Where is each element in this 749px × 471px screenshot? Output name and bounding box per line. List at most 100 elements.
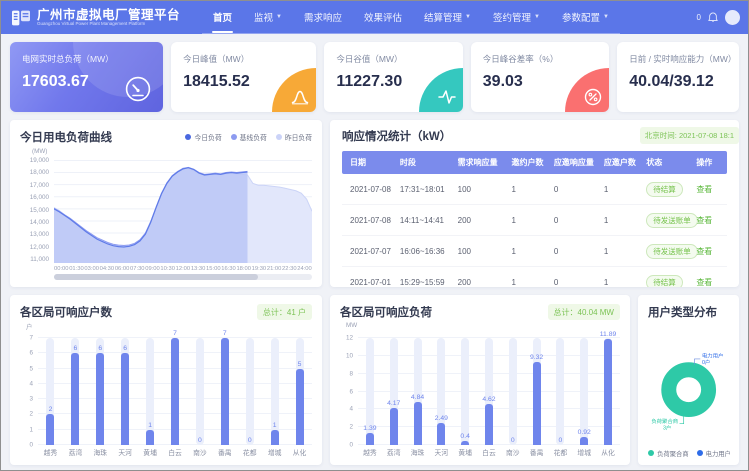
col-responded-users: 应邀户数: [600, 151, 642, 174]
chevron-down-icon: ▼: [534, 14, 540, 20]
bar-value-label: 6: [123, 345, 127, 352]
table-cell: 1: [600, 236, 642, 267]
nav-item-evaluation[interactable]: 效果评估: [353, 1, 413, 33]
bar-category-label: 天河: [113, 447, 138, 457]
bar-value-label: 1.39: [363, 425, 376, 432]
view-link[interactable]: 查看: [696, 247, 712, 256]
status-badge: 待发送账单: [646, 213, 698, 228]
legend-item-aggregator[interactable]: 负荷聚合商: [648, 449, 688, 458]
callout-label: 负荷聚合商: [651, 417, 678, 425]
table-cell: 0: [550, 205, 600, 236]
table-row: 2021-07-0814:11~14:41200101待发送账单查看: [342, 205, 727, 236]
load-curve-legend: 今日负荷 基线负荷 昨日负荷: [185, 132, 312, 142]
kpi-card-today-valley: 今日谷值（MW） 11227.30: [324, 42, 462, 112]
bar-category-label: 从化: [287, 447, 312, 457]
chevron-down-icon: ▼: [465, 14, 471, 20]
bar: 0.4: [453, 338, 477, 445]
legend-dot: [231, 134, 237, 140]
pulse-icon: [438, 88, 456, 106]
nav-item-contract[interactable]: 签约管理▼: [482, 1, 551, 33]
bar-category-label: 荔湾: [382, 447, 406, 457]
peak-curve-icon: [291, 88, 309, 106]
bar-value-label: 4.17: [387, 400, 400, 407]
bar-y-axis: 01234567: [20, 338, 38, 445]
user-avatar[interactable]: [725, 10, 740, 25]
bar-value-label: 6: [73, 345, 77, 352]
bar-value-label: 0.4: [460, 433, 469, 440]
legend-item-today[interactable]: 今日负荷: [185, 132, 221, 142]
panel-title: 各区局可响应户数: [20, 304, 112, 320]
donut-legend: 负荷聚合商 电力用户: [648, 446, 731, 460]
nav-item-home[interactable]: 首页: [202, 1, 243, 33]
bar: 2: [38, 338, 63, 445]
response-stats-panel: 响应情况统计（kW） 北京时间: 2021-07-08 18:1 日期 时段 需…: [330, 120, 739, 287]
table-cell: 1: [508, 205, 550, 236]
bar-category-label: 增城: [262, 447, 287, 457]
main-nav: 首页 监视▼ 需求响应 效果评估 结算管理▼ 签约管理▼ 参数配置▼: [202, 1, 620, 34]
response-table-body: 2021-07-0817:31~18:01100101待结算查看2021-07-…: [342, 174, 727, 287]
bar-category-label: 越秀: [358, 447, 382, 457]
bar-y-axis: 024681012: [340, 338, 358, 445]
bar: 4.17: [382, 338, 406, 445]
bar-value-label: 1: [148, 422, 152, 429]
y-axis-unit: MW: [346, 322, 620, 330]
status-badge: 待结算: [646, 182, 683, 197]
legend-dot: [185, 134, 191, 140]
donut-ring: [669, 370, 709, 410]
legend-item-yesterday[interactable]: 昨日负荷: [276, 132, 312, 142]
notification-count: 0: [697, 13, 701, 22]
load-curve-plot: [54, 157, 312, 263]
col-action: 操作: [692, 151, 727, 174]
app-subtitle: Guangzhou Virtual Power Plant Management…: [37, 22, 180, 27]
brand-block: 广州市虚拟电厂管理平台 Guangzhou Virtual Power Plan…: [37, 9, 180, 27]
table-cell: 100: [454, 236, 508, 267]
table-cell: 14:11~14:41: [396, 205, 454, 236]
table-header-row: 日期 时段 需求响应量 邀约户数 应邀响应量 应邀户数 状态 操作: [342, 151, 727, 174]
table-cell: 200: [454, 267, 508, 288]
table-cell: 1: [508, 174, 550, 205]
bar-category-label: 增城: [572, 447, 596, 457]
view-link[interactable]: 查看: [696, 216, 712, 225]
bar-category-label: 从化: [596, 447, 620, 457]
chart-scrollbar[interactable]: [54, 274, 312, 280]
beijing-time-badge: 北京时间: 2021-07-08 18:1: [640, 127, 739, 144]
view-link[interactable]: 查看: [696, 185, 712, 194]
bar-category-label: 海珠: [88, 447, 113, 457]
callout-label: 电力用户: [702, 351, 724, 359]
bar-category-label: 南沙: [501, 447, 525, 457]
table-cell: 16:06~16:36: [396, 236, 454, 267]
bar-category-label: 荔湾: [63, 447, 88, 457]
bar: 4.84: [406, 338, 430, 445]
bar-value-label: 0: [511, 437, 515, 444]
bar-plot: 26661707015: [38, 338, 312, 445]
bar-category-label: 番禺: [212, 447, 237, 457]
scrollbar-thumb[interactable]: [54, 274, 258, 280]
header-actions: 0: [697, 1, 740, 34]
response-table: 日期 时段 需求响应量 邀约户数 应邀响应量 应邀户数 状态 操作 2021-0…: [342, 151, 727, 287]
bar: 4.62: [477, 338, 501, 445]
nav-item-parameters[interactable]: 参数配置▼: [551, 1, 620, 33]
nav-item-monitor[interactable]: 监视▼: [243, 1, 293, 33]
bar-x-axis: 越秀荔湾海珠天河黄埔白云南沙番禺花都增城从化: [38, 445, 312, 459]
table-cell: 1: [508, 267, 550, 288]
district-users-panel: 各区局可响应户数 总计：41 户 户 01234567 26661707015 …: [10, 295, 322, 465]
legend-item-baseline[interactable]: 基线负荷: [231, 132, 267, 142]
table-cell: 0: [550, 174, 600, 205]
bar: 7: [212, 338, 237, 445]
bar: 0: [501, 338, 525, 445]
nav-item-demand-response[interactable]: 需求响应: [293, 1, 353, 33]
bar-category-label: 白云: [163, 447, 188, 457]
load-curve-panel: 今日用电负荷曲线 今日负荷 基线负荷 昨日负荷 (MW) 19,00018,00…: [10, 120, 322, 287]
legend-item-power-user[interactable]: 电力用户: [697, 449, 731, 458]
bar: 6: [63, 338, 88, 445]
table-row: 2021-07-0817:31~18:01100101待结算查看: [342, 174, 727, 205]
bell-icon[interactable]: [708, 12, 718, 23]
load-curve-svg: [54, 157, 312, 263]
kpi-card-realtime-load: 电网实时总负荷（MW） 17603.67: [10, 42, 163, 112]
view-link[interactable]: 查看: [696, 278, 712, 287]
table-cell: 0: [550, 267, 600, 288]
table-cell: 17:31~18:01: [396, 174, 454, 205]
app-title: 广州市虚拟电厂管理平台: [37, 9, 180, 22]
nav-item-settlement[interactable]: 结算管理▼: [413, 1, 482, 33]
bar-category-label: 番禺: [525, 447, 549, 457]
